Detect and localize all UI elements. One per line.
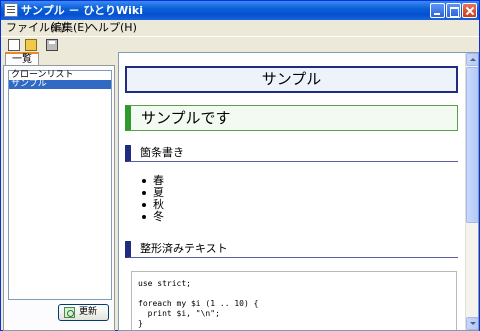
- toolbar: [1, 36, 479, 52]
- update-button-label: 更新: [79, 307, 98, 317]
- scroll-thumb[interactable]: [466, 67, 478, 223]
- heading-preformatted: 整形済みテキスト: [125, 241, 458, 258]
- refresh-icon: [64, 307, 75, 318]
- menu-edit[interactable]: 編集(E): [51, 22, 89, 34]
- save-icon[interactable]: [46, 39, 58, 51]
- sidebar-panel: クローンリスト サンプル 更新: [3, 65, 115, 331]
- list-item-selected[interactable]: サンプル: [9, 80, 111, 89]
- update-button[interactable]: 更新: [58, 304, 109, 321]
- window-title: サンプル － ひとりWiki: [21, 4, 143, 17]
- vertical-scrollbar[interactable]: [465, 53, 478, 330]
- page-title: サンプル: [125, 66, 458, 93]
- content-view[interactable]: サンプル サンプルです 箇条書き 春 夏 秋 冬 整形済みテキスト use st…: [118, 52, 479, 331]
- maximize-button[interactable]: [446, 3, 461, 18]
- minimize-button[interactable]: [430, 3, 445, 18]
- scroll-down-button[interactable]: [466, 317, 478, 330]
- new-file-icon[interactable]: [8, 39, 20, 51]
- app-icon: [4, 3, 18, 17]
- list-item: 冬: [141, 211, 164, 223]
- tab-list[interactable]: 一覧: [5, 52, 39, 66]
- title-bar[interactable]: サンプル － ひとりWiki: [1, 1, 479, 20]
- open-folder-icon[interactable]: [25, 39, 37, 51]
- bullet-list: 春 夏 秋 冬: [141, 175, 164, 223]
- menu-help[interactable]: ヘルプ(H): [87, 22, 137, 34]
- preformatted-text: use strict; foreach my $i (1 .. 10) { pr…: [131, 271, 457, 330]
- scroll-up-button[interactable]: [466, 53, 478, 66]
- heading-2: サンプルです: [125, 105, 458, 131]
- app-window: サンプル － ひとりWiki ファイル(F) 編集(E) ヘルプ(H) 一覧 ク…: [0, 0, 480, 331]
- heading-bullet-list: 箇条書き: [125, 145, 458, 162]
- close-button[interactable]: [462, 3, 477, 18]
- menu-bar: ファイル(F) 編集(E) ヘルプ(H): [1, 20, 479, 36]
- page-listbox[interactable]: クローンリスト サンプル: [8, 70, 112, 300]
